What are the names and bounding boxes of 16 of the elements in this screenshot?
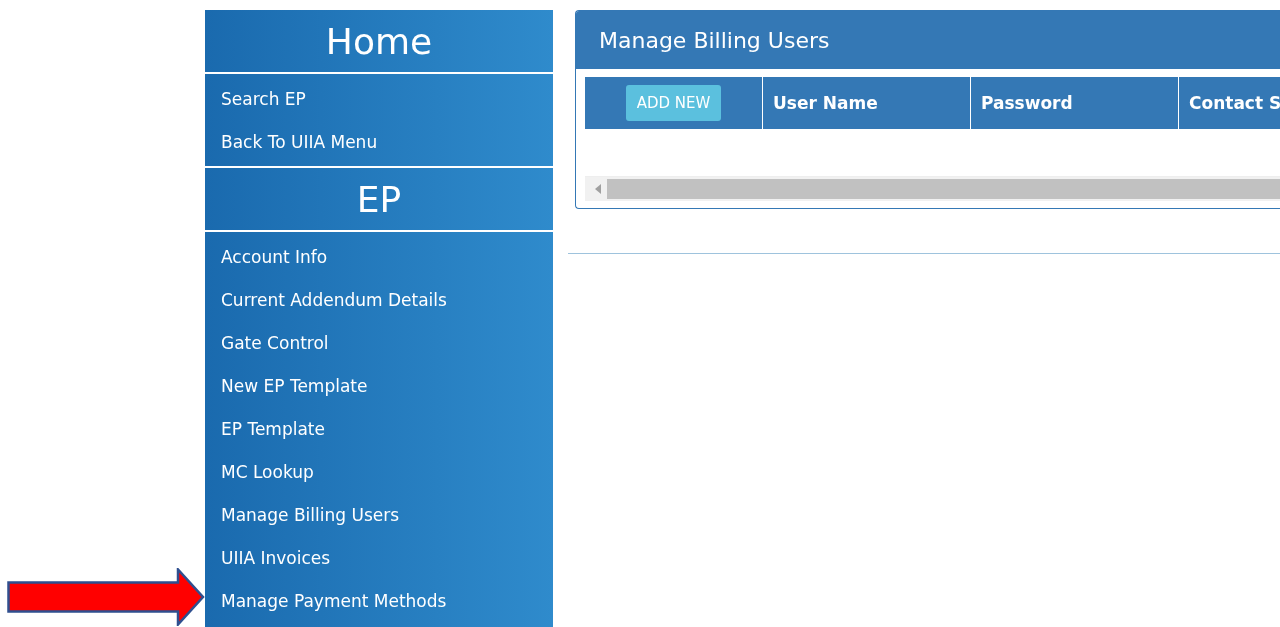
menu-link[interactable]: Current Addendum Details [205,278,553,321]
menu-link[interactable]: Gate Control [205,321,553,364]
panel-title: Manage Billing Users [576,11,1280,69]
section-title: Home [205,10,553,74]
menu-link[interactable]: Search EP [205,77,553,120]
menu-link[interactable]: Manage Billing Users [205,493,553,536]
menu-link[interactable]: Manage Payment Methods [205,579,553,622]
menu-link[interactable]: MC Lookup [205,450,553,493]
section-title: EP [205,168,553,232]
menu-link[interactable]: EP Template [205,407,553,450]
menu-link[interactable]: Back To UIIA Menu [205,120,553,163]
menu-link[interactable]: New EP Template [205,364,553,407]
scroll-left-icon[interactable] [595,184,601,194]
horizontal-scrollbar[interactable] [585,177,1280,201]
menu-link[interactable]: Account Info [205,235,553,278]
menu-link[interactable]: UIIA Invoices [205,536,553,579]
